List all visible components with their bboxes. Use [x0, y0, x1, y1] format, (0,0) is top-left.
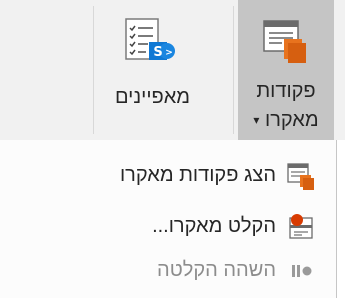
pause-recording-label: השהה הקלטה — [157, 259, 276, 281]
macros-label-line1: פקודות — [256, 80, 316, 102]
properties-label: מאפיינים — [114, 86, 191, 108]
properties-button[interactable]: S > מאפיינים — [100, 0, 205, 140]
macros-dropdown-menu: הצג פקודות מאקרו הקלט מאקרו... השהה הקלט… — [0, 140, 337, 298]
macros-label-text: מאקרו — [265, 109, 319, 131]
macros-icon — [263, 20, 306, 63]
svg-text:>: > — [165, 48, 173, 58]
macros-label-line2: מאקרו ▾ — [238, 109, 334, 132]
chevron-down-icon: ▾ — [253, 113, 260, 127]
record-macro-icon — [289, 214, 313, 239]
record-macro-label: הקלט מאקרו... — [152, 215, 276, 237]
view-macros-icon — [287, 163, 314, 190]
pause-recording-icon — [292, 265, 312, 277]
svg-text:S: S — [153, 45, 162, 60]
ribbon-separator — [233, 6, 234, 134]
view-macros-label: הצג פקודות מאקרו — [119, 164, 276, 186]
ribbon-edge — [334, 0, 345, 140]
menu-item-view-macros[interactable]: הצג פקודות מאקרו — [0, 153, 336, 199]
menu-item-pause-recording: השהה הקלטה — [0, 248, 336, 294]
macros-button[interactable]: פקודות מאקרו ▾ — [238, 0, 334, 140]
ribbon-separator — [93, 6, 94, 134]
properties-icon: S > — [125, 18, 175, 60]
menu-item-record-macro[interactable]: הקלט מאקרו... — [0, 204, 336, 250]
